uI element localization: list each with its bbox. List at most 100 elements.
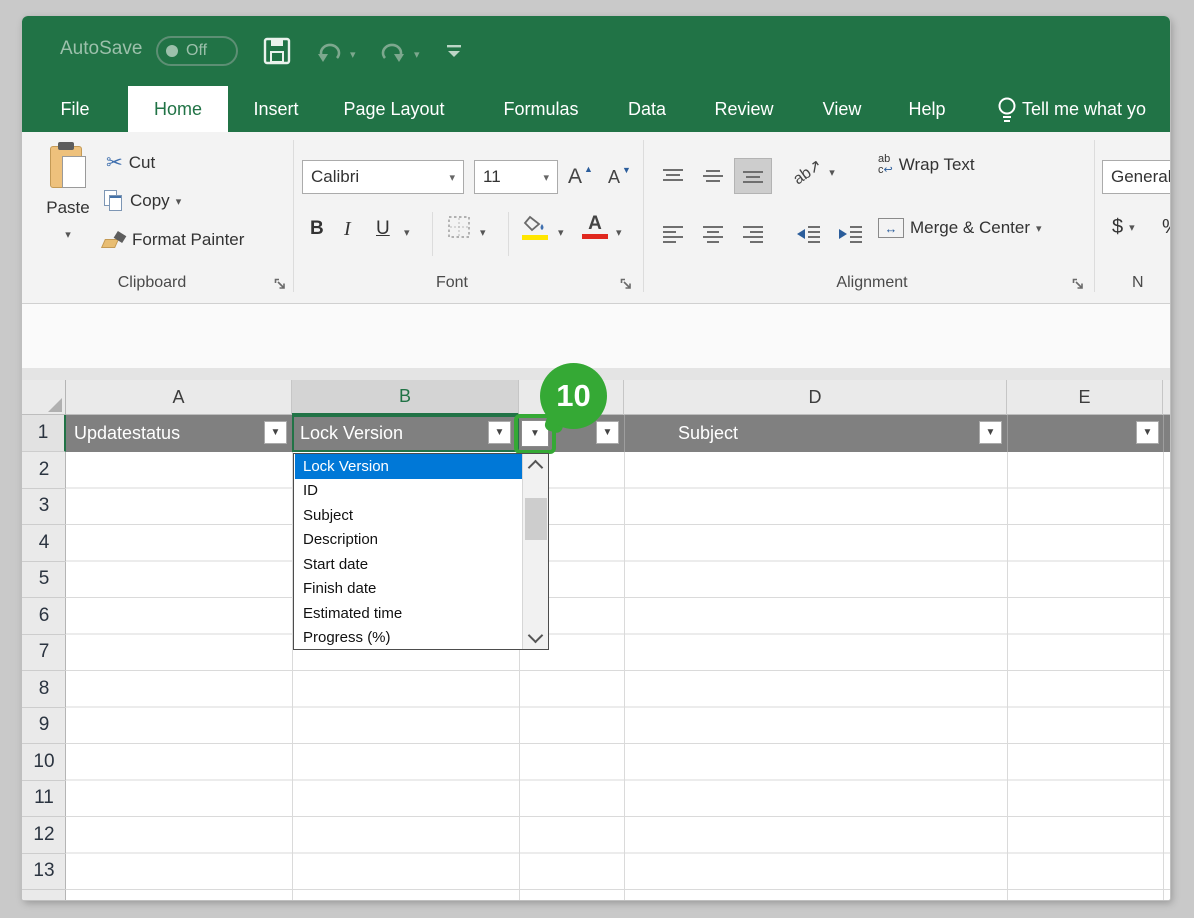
row-header-1[interactable]: 1 bbox=[22, 415, 66, 452]
merge-center-button[interactable]: ↔ Merge & Center ▾ bbox=[878, 218, 1042, 238]
filter-button-c1[interactable]: ▼ bbox=[596, 421, 619, 444]
tell-me-box[interactable]: Tell me what yo bbox=[1022, 86, 1170, 132]
row-header-5[interactable]: 5 bbox=[22, 562, 66, 599]
alignment-dialog-launcher-icon[interactable] bbox=[1072, 278, 1086, 292]
redo-dropdown-icon[interactable]: ▾ bbox=[414, 48, 420, 61]
dropdown-scrollbar[interactable] bbox=[522, 454, 548, 649]
align-center-button[interactable] bbox=[694, 216, 732, 252]
row-header-10[interactable]: 10 bbox=[22, 744, 66, 781]
font-color-dropdown-icon[interactable]: ▾ bbox=[616, 226, 622, 239]
tab-formulas[interactable]: Formulas bbox=[492, 86, 590, 132]
tab-file[interactable]: File bbox=[46, 86, 104, 132]
undo-icon[interactable] bbox=[314, 40, 344, 66]
row-header-2[interactable]: 2 bbox=[22, 452, 66, 489]
percent-format-button[interactable]: % bbox=[1162, 216, 1170, 239]
fill-color-dropdown-icon[interactable]: ▾ bbox=[558, 226, 564, 239]
cell-a1[interactable]: Updatestatus bbox=[74, 415, 180, 452]
tab-review[interactable]: Review bbox=[706, 86, 782, 132]
dropdown-item[interactable]: ID bbox=[295, 479, 523, 504]
copy-dropdown-icon[interactable]: ▾ bbox=[176, 195, 182, 208]
annotation-step-badge: 10 bbox=[540, 363, 607, 429]
grid-rowlines bbox=[66, 452, 1170, 900]
font-family-value: Calibri bbox=[311, 167, 359, 187]
font-dialog-launcher-icon[interactable] bbox=[620, 278, 634, 292]
underline-dropdown-icon[interactable]: ▾ bbox=[404, 226, 410, 239]
decrease-font-size-button[interactable]: A▼ bbox=[608, 160, 631, 194]
borders-dropdown-icon[interactable]: ▾ bbox=[480, 226, 486, 239]
italic-button[interactable]: I bbox=[344, 218, 351, 241]
fill-color-icon[interactable] bbox=[522, 214, 552, 240]
cut-button[interactable]: ✂ Cut bbox=[106, 150, 155, 175]
bottom-align-button[interactable] bbox=[734, 158, 772, 194]
cell-d1[interactable]: Subject bbox=[678, 415, 738, 452]
currency-icon: $ bbox=[1112, 216, 1123, 239]
dropdown-item[interactable]: Description bbox=[295, 528, 523, 553]
number-format-select[interactable]: General bbox=[1102, 160, 1170, 194]
orientation-button[interactable]: ab↗ ▾ bbox=[792, 162, 835, 182]
increase-font-size-button[interactable]: A▲ bbox=[568, 160, 593, 194]
tab-help[interactable]: Help bbox=[900, 86, 954, 132]
currency-format-button[interactable]: $ ▾ bbox=[1112, 216, 1135, 239]
filter-button-d1[interactable]: ▼ bbox=[979, 421, 1002, 444]
ribbon: Paste ▾ ✂ Cut Copy ▾ Format Painter Clip… bbox=[22, 132, 1170, 304]
font-color-icon[interactable]: A bbox=[582, 214, 608, 239]
format-painter-button[interactable]: Format Painter bbox=[102, 230, 244, 250]
row-header-8[interactable]: 8 bbox=[22, 671, 66, 708]
dropdown-item[interactable]: Finish date bbox=[295, 577, 523, 602]
save-icon[interactable] bbox=[262, 36, 292, 66]
tab-home[interactable]: Home bbox=[128, 86, 228, 132]
tab-insert[interactable]: Insert bbox=[246, 86, 306, 132]
wrap-text-button[interactable]: abc↩ Wrap Text bbox=[878, 154, 975, 176]
scroll-down-icon[interactable] bbox=[528, 628, 544, 644]
paste-label: Paste bbox=[46, 198, 89, 218]
copy-button[interactable]: Copy ▾ bbox=[104, 190, 181, 212]
merge-center-dropdown-icon[interactable]: ▾ bbox=[1036, 222, 1042, 235]
borders-icon[interactable] bbox=[448, 216, 470, 238]
dropdown-item[interactable]: Start date bbox=[295, 552, 523, 577]
chevron-down-icon: ▾ bbox=[543, 171, 549, 184]
bold-button[interactable]: B bbox=[310, 218, 324, 240]
clipboard-dialog-launcher-icon[interactable] bbox=[274, 278, 288, 292]
row-header-4[interactable]: 4 bbox=[22, 525, 66, 562]
row-header-11[interactable]: 11 bbox=[22, 781, 66, 818]
customize-quick-access-icon[interactable] bbox=[446, 44, 462, 60]
filter-button-a1[interactable]: ▼ bbox=[264, 421, 287, 444]
tab-view[interactable]: View bbox=[816, 86, 868, 132]
column-header-b[interactable]: B bbox=[292, 380, 519, 415]
select-all-corner[interactable] bbox=[22, 380, 66, 415]
row-header-6[interactable]: 6 bbox=[22, 598, 66, 635]
dropdown-item[interactable]: Subject bbox=[295, 503, 523, 528]
row-header-12[interactable]: 12 bbox=[22, 817, 66, 854]
dropdown-item[interactable]: Estimated time bbox=[295, 601, 523, 626]
dropdown-item[interactable]: Progress (%) bbox=[295, 626, 523, 651]
font-size-select[interactable]: 11 ▾ bbox=[474, 160, 558, 194]
autosave-toggle[interactable]: Off bbox=[156, 36, 238, 66]
scrollbar-thumb[interactable] bbox=[525, 498, 547, 540]
tab-page-layout[interactable]: Page Layout bbox=[328, 86, 460, 132]
tab-data[interactable]: Data bbox=[620, 86, 674, 132]
column-header-a[interactable]: A bbox=[66, 380, 292, 415]
increase-indent-button[interactable] bbox=[832, 216, 870, 252]
filter-button-e1[interactable]: ▼ bbox=[1136, 421, 1159, 444]
format-painter-label: Format Painter bbox=[132, 230, 244, 250]
row-header-9[interactable]: 9 bbox=[22, 708, 66, 745]
row-header-7[interactable]: 7 bbox=[22, 635, 66, 672]
dropdown-item[interactable]: Lock Version bbox=[295, 454, 523, 479]
underline-button[interactable]: U bbox=[376, 218, 390, 240]
font-family-select[interactable]: Calibri ▾ bbox=[302, 160, 464, 194]
paste-dropdown-icon[interactable]: ▾ bbox=[65, 228, 71, 241]
top-align-button[interactable] bbox=[654, 158, 692, 194]
redo-icon[interactable] bbox=[378, 40, 408, 66]
row-header-13[interactable]: 13 bbox=[22, 854, 66, 891]
sheet-grid[interactable]: Updatestatus Lock Version Subject ▼ ▼ ▼ … bbox=[66, 415, 1170, 900]
align-left-button[interactable] bbox=[654, 216, 692, 252]
decrease-indent-button[interactable] bbox=[790, 216, 828, 252]
middle-align-button[interactable] bbox=[694, 158, 732, 194]
column-header-d[interactable]: D bbox=[624, 380, 1007, 415]
column-header-e[interactable]: E bbox=[1007, 380, 1163, 415]
undo-dropdown-icon[interactable]: ▾ bbox=[350, 48, 356, 61]
scroll-up-icon[interactable] bbox=[528, 460, 544, 476]
align-right-button[interactable] bbox=[734, 216, 772, 252]
paste-button[interactable]: Paste ▾ bbox=[38, 142, 98, 266]
row-header-3[interactable]: 3 bbox=[22, 489, 66, 526]
